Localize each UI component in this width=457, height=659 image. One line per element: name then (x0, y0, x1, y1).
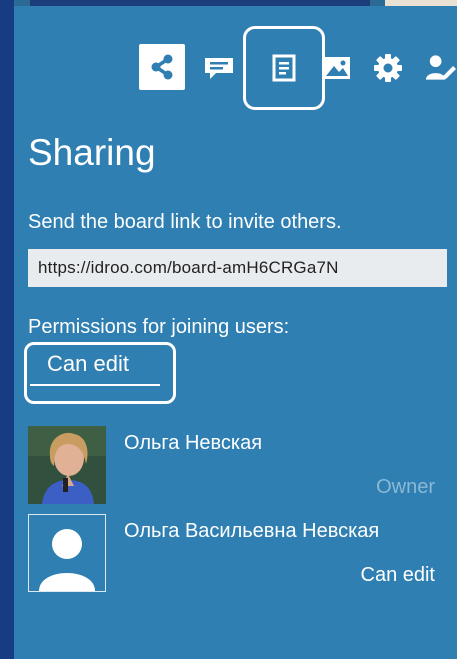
user-edit-icon (425, 55, 457, 80)
permissions-label: Permissions for joining users: (28, 316, 290, 338)
share-icon (151, 54, 173, 80)
gear-icon (374, 54, 402, 82)
settings-tab[interactable] (366, 46, 410, 90)
invite-text: Send the board link to invite others. (28, 211, 342, 233)
chat-icon (205, 58, 233, 79)
share-tab[interactable] (139, 44, 185, 90)
user-role: Owner (376, 476, 435, 498)
user-role-select[interactable]: Can edit (361, 562, 436, 588)
avatar (28, 426, 106, 504)
user-name: Ольга Васильевна Невская (124, 520, 380, 542)
sharing-panel: Sharing Send the board link to invite ot… (14, 6, 457, 659)
user-tab[interactable] (424, 46, 457, 90)
panel-toolbar (14, 6, 457, 116)
user-row: Ольга Васильевна Невская Can edit (28, 514, 448, 594)
user-row: Ольга Невская Owner (28, 426, 448, 506)
default-avatar-icon (39, 529, 95, 591)
chat-tab[interactable] (197, 46, 241, 90)
avatar (28, 514, 106, 592)
board-link-field[interactable] (28, 249, 447, 287)
permission-select-highlight (24, 342, 176, 404)
user-name: Ольга Невская (124, 432, 263, 454)
left-border (0, 0, 14, 659)
document-tab-highlight (243, 26, 325, 110)
sharing-title: Sharing (28, 132, 156, 173)
